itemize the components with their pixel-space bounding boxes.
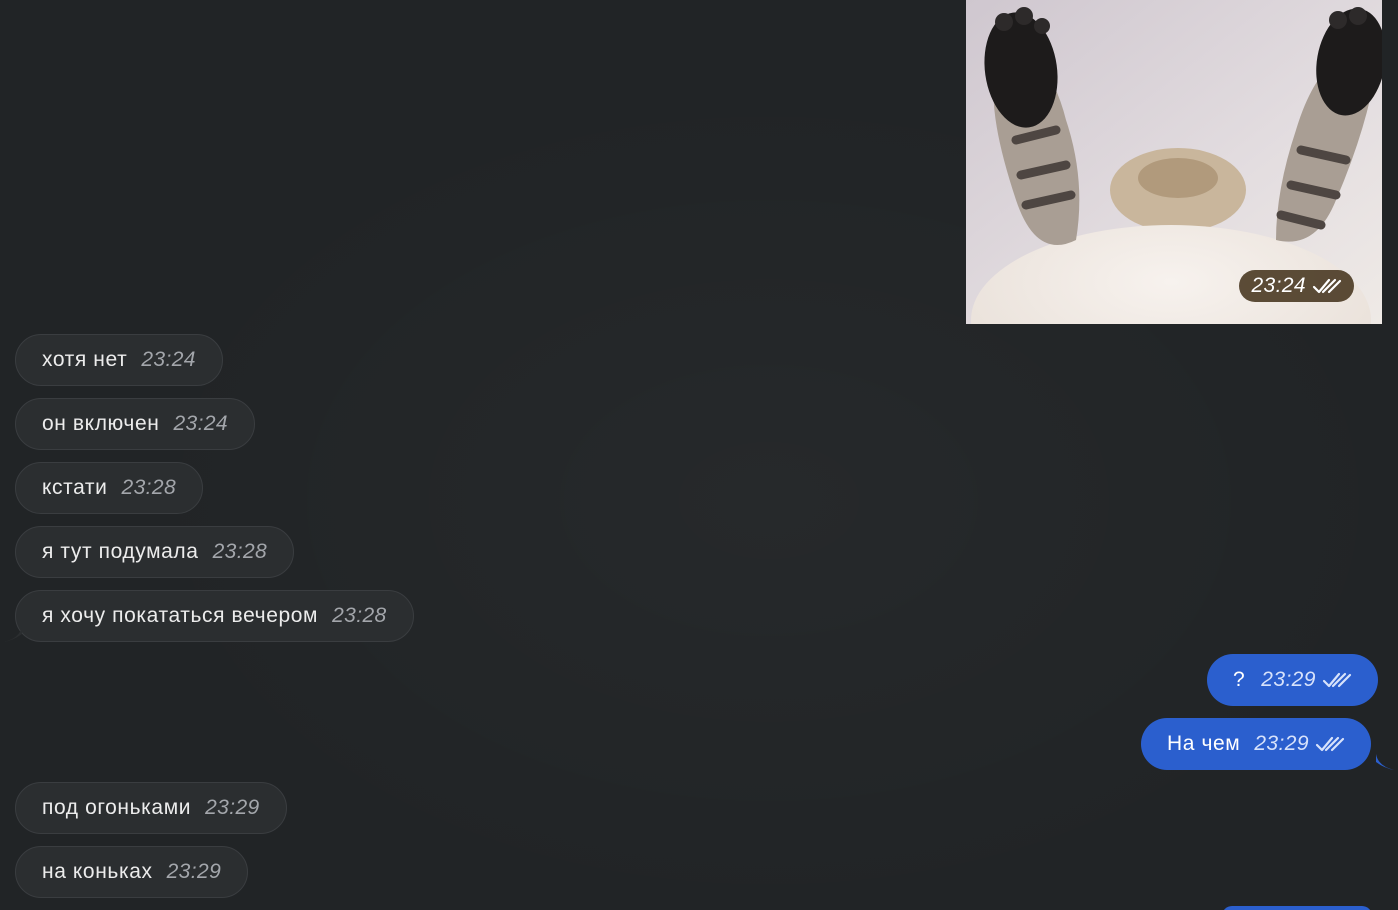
message-bubble-incoming[interactable]: я хочу покататься вечером 23:28 (15, 590, 414, 642)
chat-area: 23:24 хотя нет 23:24 он включен 23:24 кс… (0, 0, 1398, 910)
cat-image-message[interactable]: 23:24 (966, 0, 1382, 324)
message-text: ? (1233, 668, 1246, 691)
message-text: На чем (1167, 732, 1241, 755)
message-time: 23:29 (1254, 732, 1309, 755)
double-check-icon (1315, 736, 1345, 752)
message-text: он включен (42, 412, 160, 435)
message-time: 23:29 (166, 860, 222, 883)
media-time: 23:24 (1251, 274, 1306, 297)
message-bubble-outgoing[interactable]: На чем 23:29 (1141, 718, 1371, 770)
message-bubble-outgoing[interactable]: ? 23:29 (1207, 654, 1378, 706)
message-bubble-incoming[interactable]: я тут подумала 23:28 (15, 526, 295, 578)
message-text: я тут подумала (42, 540, 199, 563)
bubble-tail-incoming (4, 626, 22, 642)
bubble-tail-outgoing (1376, 754, 1394, 770)
message-time: 23:24 (173, 412, 229, 435)
double-check-icon (1312, 278, 1342, 294)
media-timestamp-badge: 23:24 (1239, 270, 1354, 302)
message-text: хотя нет (42, 348, 128, 371)
message-bubble-incoming[interactable]: он включен 23:24 (15, 398, 256, 450)
double-check-icon (1322, 672, 1351, 688)
message-bubble-incoming[interactable]: на коньках 23:29 (15, 846, 249, 898)
message-time: 23:24 (141, 348, 196, 371)
message-text: на коньках (42, 860, 153, 883)
message-bubble-incoming[interactable]: под огоньками 23:29 (15, 782, 287, 834)
message-bubble-outgoing-partial[interactable] (1222, 906, 1372, 910)
message-time: 23:28 (332, 604, 387, 627)
message-time: 23:28 (212, 540, 268, 563)
message-text: я хочу покататься вечером (42, 604, 319, 627)
message-time: 23:29 (205, 796, 260, 819)
message-text: под огоньками (42, 796, 192, 819)
message-time: 23:28 (121, 476, 177, 499)
message-time: 23:29 (1261, 668, 1316, 691)
message-bubble-incoming[interactable]: хотя нет 23:24 (15, 334, 223, 386)
message-text: кстати (42, 476, 108, 499)
message-bubble-incoming[interactable]: кстати 23:28 (15, 462, 204, 514)
